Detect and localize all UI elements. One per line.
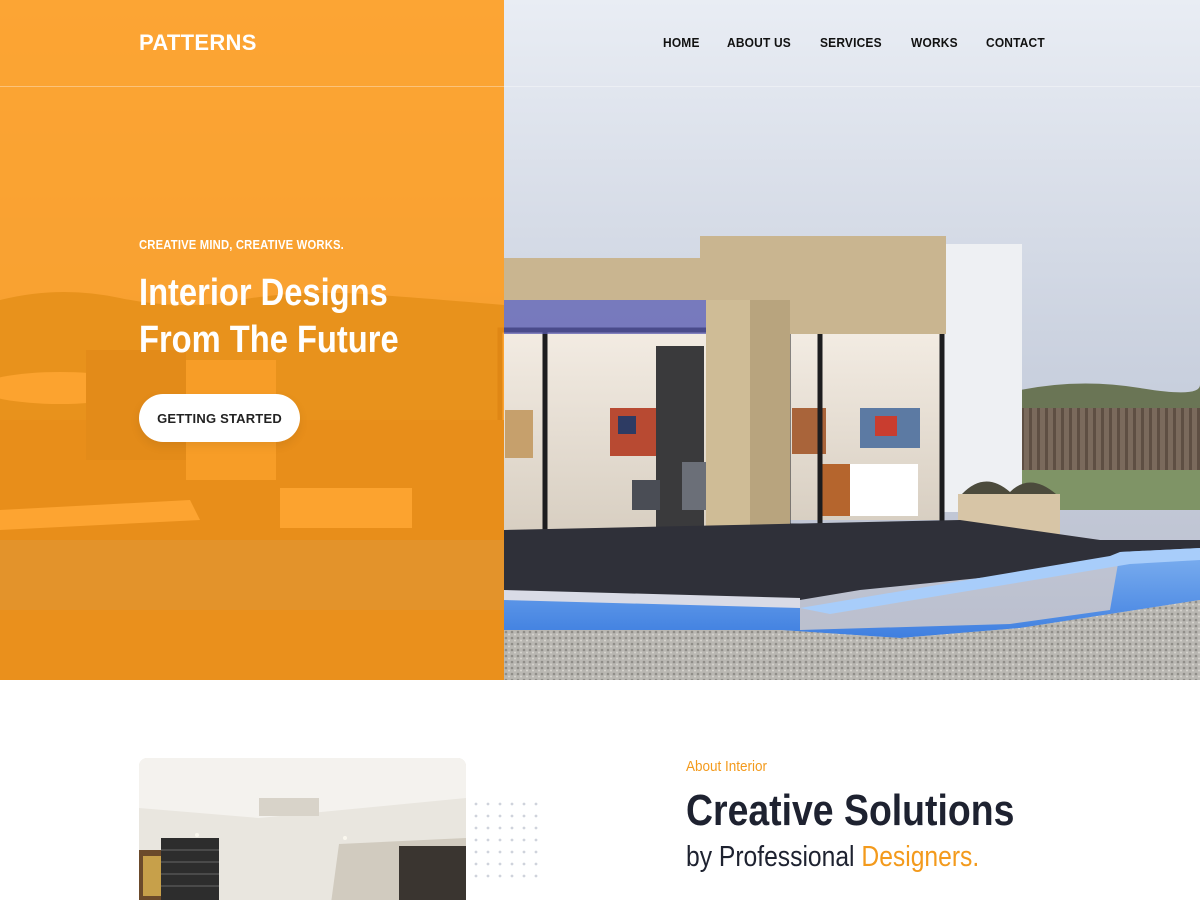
hero-title-line-1: Interior Designs [139, 272, 388, 314]
nav-item-about-us[interactable]: ABOUT US [727, 35, 791, 50]
about-kicker: About Interior [686, 758, 768, 775]
site-logo[interactable]: PATTERNS [139, 30, 257, 56]
about-subtitle-prefix: by Professional [686, 841, 855, 873]
nav-item-home[interactable]: HOME [663, 35, 700, 50]
hero-title-line-2: From The Future [139, 319, 399, 361]
about-interior-image [139, 758, 466, 900]
hero-title: Interior Designs From The Future [139, 270, 423, 364]
main-nav: HOME ABOUT US SERVICES WORKS CONTACT [663, 35, 1050, 50]
decorative-dot-grid [474, 802, 538, 878]
hero-kicker: CREATIVE MIND, CREATIVE WORKS. [139, 238, 344, 252]
header-divider [0, 86, 1200, 87]
hero-section: PATTERNS HOME ABOUT US SERVICES WORKS CO… [0, 0, 1200, 680]
about-subtitle-accent: Designers. [861, 841, 980, 873]
getting-started-button[interactable]: GETTING STARTED [139, 394, 300, 442]
about-section: About Interior Creative Solutions by Pro… [0, 680, 1200, 900]
about-subtitle: by Professional Designers. [686, 841, 979, 874]
nav-item-services[interactable]: SERVICES [820, 35, 882, 50]
nav-item-works[interactable]: WORKS [911, 35, 958, 50]
nav-item-contact[interactable]: CONTACT [986, 35, 1045, 50]
about-title: Creative Solutions [686, 786, 1015, 835]
